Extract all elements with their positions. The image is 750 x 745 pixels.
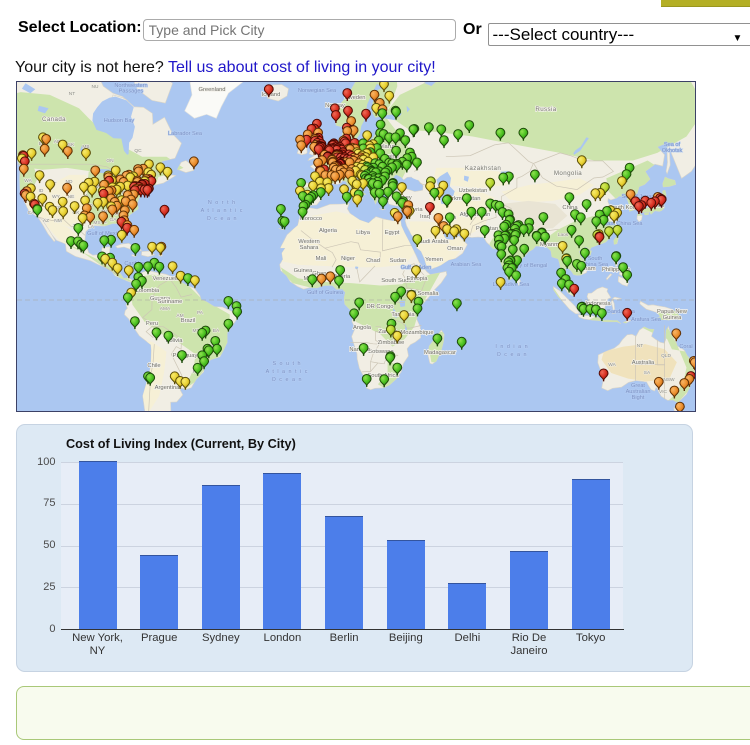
svg-text:I n d i a n: I n d i a n <box>495 344 528 350</box>
svg-text:O c e a n: O c e a n <box>272 377 303 383</box>
svg-text:Argentina: Argentina <box>155 385 181 391</box>
svg-text:Australia: Australia <box>632 360 655 366</box>
svg-text:N o r t h: N o r t h <box>208 200 236 206</box>
svg-text:Sudan: Sudan <box>390 258 407 264</box>
svg-text:Russia: Russia <box>535 106 556 113</box>
svg-text:O c e a n: O c e a n <box>497 352 528 358</box>
svg-text:Chile: Chile <box>147 363 160 369</box>
svg-text:A t l a n t i c: A t l a n t i c <box>201 208 244 214</box>
svg-text:Colombia: Colombia <box>135 288 160 294</box>
svg-text:O c e a n: O c e a n <box>207 216 238 222</box>
svg-text:Somalia: Somalia <box>418 291 440 297</box>
svg-text:Niger: Niger <box>341 256 355 262</box>
svg-text:Oman: Oman <box>447 246 463 252</box>
svg-text:AMA: AMA <box>160 306 171 312</box>
svg-text:Arafura Sea: Arafura Sea <box>631 317 662 323</box>
svg-text:NT: NT <box>69 91 75 97</box>
svg-text:Guinea: Guinea <box>294 268 313 274</box>
svg-text:S o u t h: S o u t h <box>272 361 301 367</box>
svg-text:Kazakhstan: Kazakhstan <box>465 165 501 172</box>
svg-text:Uzbekistan: Uzbekistan <box>459 188 488 194</box>
svg-text:Hudson Bay: Hudson Bay <box>104 118 135 124</box>
svg-text:Zimbabwe: Zimbabwe <box>378 340 405 346</box>
svg-text:BA: BA <box>213 328 220 334</box>
svg-text:QC: QC <box>134 148 142 154</box>
svg-text:Ethiopia: Ethiopia <box>407 276 429 282</box>
svg-text:ON: ON <box>106 158 114 164</box>
svg-text:Greenland: Greenland <box>198 87 225 93</box>
svg-text:Laos: Laos <box>558 232 569 238</box>
svg-text:Mozambique: Mozambique <box>400 330 433 336</box>
svg-text:QLD: QLD <box>661 353 671 359</box>
svg-text:Labrador Sea: Labrador Sea <box>168 131 203 137</box>
svg-text:DR Congo: DR Congo <box>366 304 393 310</box>
svg-text:Egypt: Egypt <box>385 230 400 236</box>
svg-text:A t l a n t i c: A t l a n t i c <box>266 369 309 375</box>
svg-text:NM: NM <box>54 218 61 224</box>
svg-text:Libya: Libya <box>356 230 371 236</box>
svg-text:Mali: Mali <box>316 256 327 262</box>
svg-text:WA: WA <box>608 362 616 368</box>
svg-text:Chad: Chad <box>366 258 380 264</box>
svg-text:WesternSahara: WesternSahara <box>298 239 319 251</box>
svg-text:Sea ofOkhotsk: Sea ofOkhotsk <box>662 142 683 154</box>
svg-text:Angola: Angola <box>353 325 372 331</box>
svg-text:GA: GA <box>110 217 118 223</box>
svg-text:Iraq: Iraq <box>420 214 430 220</box>
svg-text:Algeria: Algeria <box>319 228 338 234</box>
svg-text:Canada: Canada <box>42 116 66 123</box>
svg-text:Yemen: Yemen <box>425 257 443 263</box>
svg-text:Peru: Peru <box>146 321 158 327</box>
svg-text:Norwegian Sea: Norwegian Sea <box>298 88 337 94</box>
svg-text:Mongolia: Mongolia <box>554 170 582 177</box>
svg-text:PA: PA <box>197 310 204 316</box>
svg-text:Madagascar: Madagascar <box>424 350 456 356</box>
svg-text:MS: MS <box>93 220 100 226</box>
svg-text:ID: ID <box>39 188 44 194</box>
svg-text:NSW: NSW <box>663 377 675 383</box>
svg-text:Arabian Sea: Arabian Sea <box>451 262 483 268</box>
svg-text:Coral: Coral <box>679 344 692 350</box>
svg-text:NU: NU <box>92 84 99 90</box>
svg-text:AZ: AZ <box>43 218 49 224</box>
svg-text:VIC: VIC <box>659 389 668 395</box>
svg-text:NT: NT <box>637 343 643 349</box>
svg-text:East China Sea: East China Sea <box>604 221 644 227</box>
svg-text:NorthwesternPassages: NorthwesternPassages <box>114 83 147 95</box>
svg-text:AM: AM <box>176 313 183 319</box>
svg-text:WA: WA <box>24 178 32 184</box>
svg-text:Suriname: Suriname <box>158 299 183 305</box>
svg-text:NE: NE <box>68 194 75 200</box>
svg-text:SA: SA <box>644 370 651 376</box>
svg-text:Gulf of Guinea: Gulf of Guinea <box>307 290 344 296</box>
